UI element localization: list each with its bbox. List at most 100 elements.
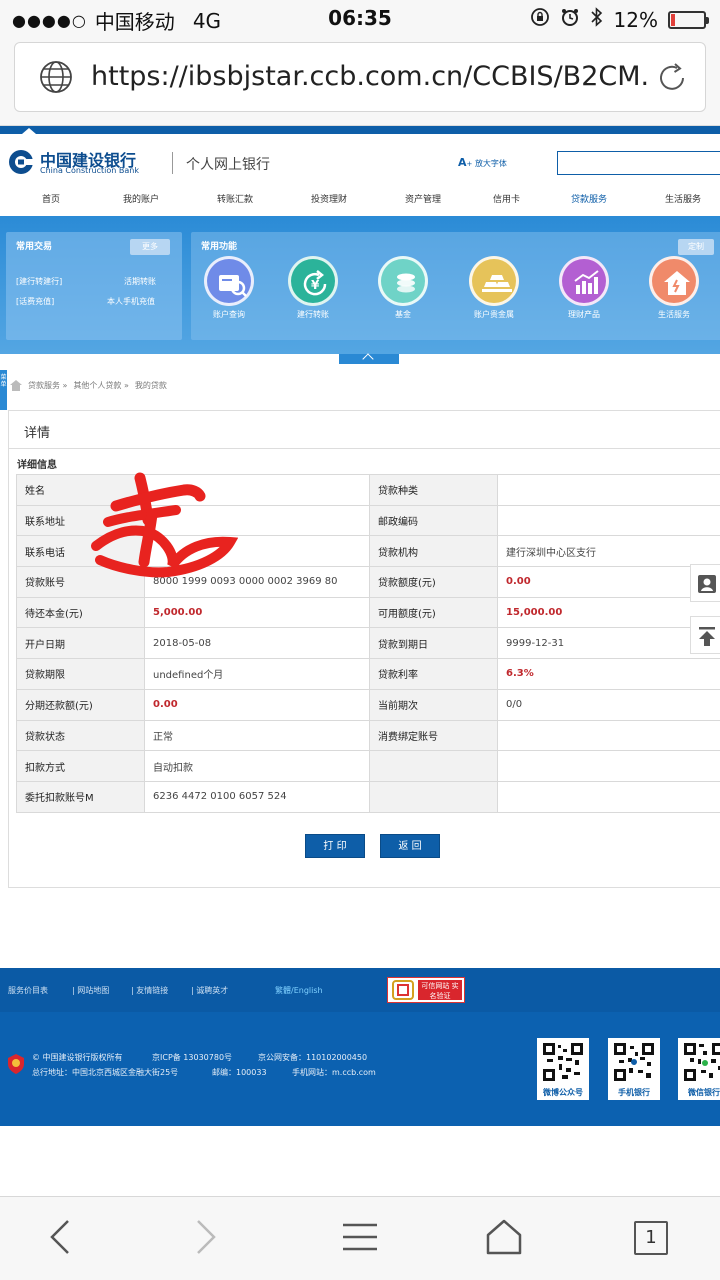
globe-icon [40,61,72,93]
function-wealth-products[interactable]: 理财产品 [546,256,622,320]
detail-value: 建行深圳中心区支行 [497,535,720,568]
qr-code-icon [683,1042,720,1082]
back-button[interactable]: 返 回 [380,834,440,858]
detail-label: 贷款到期日 [369,627,498,660]
function-label: 理财产品 [568,310,600,319]
function-label: 建行转账 [297,310,329,319]
breadcrumb-item-other-loans[interactable]: 其他个人贷款 » [73,380,128,391]
detail-value: 2018-05-08 [144,627,370,660]
detail-label: 贷款种类 [369,474,498,506]
detail-label: 贷款机构 [369,535,498,568]
detail-value: 0.00 [144,688,370,721]
more-button[interactable]: 更多 [130,239,170,255]
reload-icon[interactable] [655,61,689,95]
detail-label [369,780,498,813]
nav-life-service[interactable]: 生活服务 [665,192,701,205]
footer-link-sitemap[interactable]: | 网站地图 [72,985,109,996]
breadcrumb-label: 其他个人贷款 [73,381,122,390]
home-icon[interactable] [10,380,22,391]
enlarge-font-link[interactable]: A+ 放大字体 [458,156,507,169]
mobile-site-text[interactable]: 手机网站：m.ccb.com [292,1067,376,1078]
nav-assets[interactable]: 资产管理 [405,192,441,205]
detail-value [497,780,720,813]
common-functions-panel: 常用功能 定制 账户查询 ¥ 建行转账 基金 账户贵金属 理财产品 生活服务 [191,232,720,340]
qr-weibo[interactable]: 微博公众号 [537,1038,589,1100]
nav-loan-service[interactable]: 贷款服务 [571,192,607,205]
detail-value: 正常 [144,719,370,752]
detail-subtitle: 详细信息 [17,460,57,471]
quick-link-current-transfer[interactable]: 活期转账 [124,276,156,287]
function-label: 账户贵金属 [474,310,514,319]
detail-row: 委托扣款账号M 6236 4472 0100 6057 524 [16,780,720,813]
url-field[interactable]: https://ibsbjstar.ccb.com.cn/CCBIS/B2CM.… [14,42,706,112]
collapse-banner-button[interactable] [339,354,399,364]
quick-link-ccb-transfer[interactable]: [建行转建行] [16,276,62,287]
detail-row: 开户日期 2018-05-08 贷款到期日 9999-12-31 [16,627,720,660]
qr-mobile-bank[interactable]: 手机银行 [608,1038,660,1100]
common-transactions-title: 常用交易 [16,242,53,252]
alarm-icon [560,7,580,32]
quick-link-phone-topup[interactable]: [话费充值] [16,296,54,307]
nav-home[interactable]: 首页 [42,192,60,205]
icp-text[interactable]: 京ICP备 13030780号 [152,1052,232,1063]
footer-links-bar: 服务价目表 | 网站地图 | 友情链接 | 诚聘英才 繁體/English 可信… [0,968,720,1012]
quick-link-own-phone-topup[interactable]: 本人手机充值 [107,296,155,307]
ccb-logo-icon[interactable] [8,149,34,175]
detail-value [497,504,720,537]
detail-value: 自动扣款 [144,750,370,782]
function-label: 基金 [395,310,411,319]
detail-label: 委托扣款账号M [16,780,145,813]
detail-row: 贷款状态 正常 消费绑定账号 [16,719,720,752]
detail-row: 分期还款额(元) 0.00 当前期次 0/0 [16,688,720,721]
language-switch[interactable]: 繁體/English [275,985,323,996]
header-top-strip [0,126,720,134]
qr-code-icon [542,1042,584,1082]
contact-card-icon [698,575,716,593]
qr-caption: 手机银行 [618,1088,650,1097]
qr-wechat-bank[interactable]: 微信银行 [678,1038,720,1100]
function-ccb-transfer[interactable]: ¥ 建行转账 [275,256,351,320]
browser-address-bar: https://ibsbjstar.ccb.com.cn/CCBIS/B2CM.… [0,36,720,126]
detail-label: 开户日期 [16,627,145,660]
menu-icon[interactable] [340,1217,380,1257]
detail-value: 15,000.00 [497,596,720,629]
footer-link-careers[interactable]: | 诚聘英才 [191,985,228,996]
function-life-service[interactable]: 生活服务 [636,256,712,320]
contact-float-button[interactable] [690,564,720,602]
detail-label: 贷款利率 [369,658,498,690]
function-fund[interactable]: 基金 [365,256,441,320]
detail-row: 待还本金(元) 5,000.00 可用额度(元) 15,000.00 [16,596,720,629]
print-button[interactable]: 打 印 [305,834,365,858]
browser-toolbar: 1 [0,1196,720,1280]
qr-caption: 微博公众号 [543,1088,583,1097]
nav-credit-card[interactable]: 信用卡 [493,192,520,205]
home-page-icon[interactable] [484,1217,524,1257]
brand-name-en: China Construction Bank [40,166,139,175]
footer-link-price-list[interactable]: 服务价目表 [8,985,48,996]
back-to-top-button[interactable] [690,616,720,654]
trusted-site-icon [392,980,414,1000]
customize-button[interactable]: 定制 [678,239,714,255]
life-service-icon [649,256,699,306]
footer-link-friends[interactable]: | 友情链接 [131,985,168,996]
function-account-query[interactable]: 账户查询 [191,256,267,320]
quick-access-banner: 常用交易 更多 [建行转建行] 活期转账 [话费充值] 本人手机充值 常用功能 … [0,216,720,354]
detail-label: 消费绑定账号 [369,719,498,752]
tabs-button[interactable]: 1 [634,1221,668,1255]
nav-transfer[interactable]: 转账汇款 [217,192,253,205]
nav-investment[interactable]: 投资理财 [311,192,347,205]
police-record-text[interactable]: 京公网安备：110102000450 [258,1052,367,1063]
trusted-site-badge[interactable]: 可信网站 实名验证 [387,977,465,1003]
back-arrow-icon[interactable] [40,1217,80,1257]
function-precious-metal[interactable]: 账户贵金属 [456,256,532,320]
detail-value: 6.3% [497,658,720,690]
search-input[interactable] [557,151,720,175]
nav-my-account[interactable]: 我的账户 [123,192,159,205]
side-menu-tab[interactable]: 菜单 [0,370,7,410]
side-menu-label: 菜单 [0,374,7,388]
forward-arrow-icon[interactable] [186,1217,226,1257]
breadcrumb-item-loan-service[interactable]: 贷款服务 » [28,380,67,391]
site-header: 中国建设银行 China Construction Bank 个人网上银行 A+… [0,134,720,184]
detail-label: 贷款额度(元) [369,566,498,598]
footer-info: © 中国建设银行版权所有 京ICP备 13030780号 京公网安备：11010… [0,1012,720,1126]
